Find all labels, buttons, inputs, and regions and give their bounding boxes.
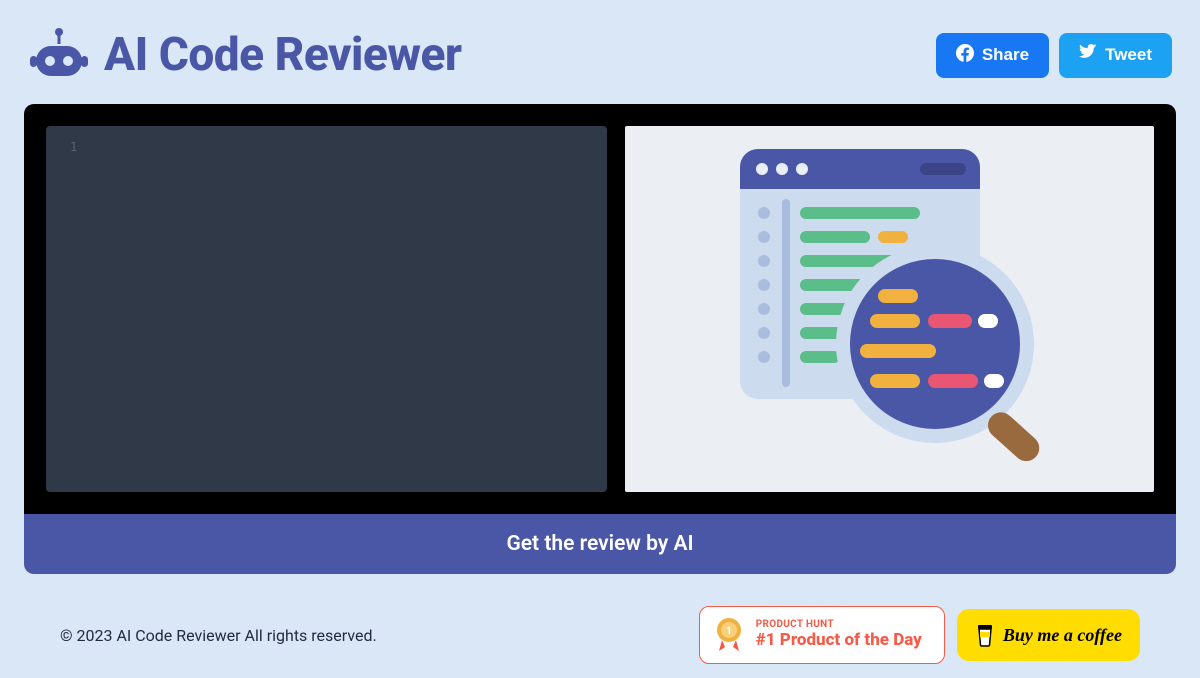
share-label: Share [982,45,1029,65]
facebook-icon [956,44,974,67]
footer: © 2023 AI Code Reviewer All rights reser… [0,574,1200,664]
get-review-button[interactable]: Get the review by AI [24,514,1176,574]
editor-preview-panel: 1 [24,104,1176,514]
svg-text:1: 1 [726,626,732,637]
product-hunt-text: PRODUCT HUNT #1 Product of the Day [756,619,922,650]
share-buttons: Share Tweet [936,33,1172,78]
medal-icon: 1 [714,617,744,653]
main: 1 [0,104,1200,574]
app-title: AI Code Reviewer [104,28,462,82]
product-hunt-big: #1 Product of the Day [756,631,922,651]
preview-pane[interactable] [625,126,1154,492]
product-hunt-badge[interactable]: 1 PRODUCT HUNT #1 Product of the Day [699,606,945,664]
tweet-label: Tweet [1105,45,1152,65]
line-number: 1 [70,140,77,154]
robot-icon [28,24,90,86]
coffee-cup-icon [975,623,995,647]
code-editor[interactable]: 1 [46,126,607,492]
logo-wrap: AI Code Reviewer [28,24,462,86]
cta-label: Get the review by AI [506,532,693,556]
header: AI Code Reviewer Share Tweet [0,0,1200,104]
share-twitter-button[interactable]: Tweet [1059,33,1172,78]
footer-right: 1 PRODUCT HUNT #1 Product of the Day Buy… [699,606,1140,664]
copyright-text: © 2023 AI Code Reviewer All rights reser… [60,626,377,645]
code-review-illustration-icon [720,149,1060,469]
bmc-label: Buy me a coffee [1003,625,1122,646]
buy-me-coffee-button[interactable]: Buy me a coffee [957,609,1140,661]
share-facebook-button[interactable]: Share [936,33,1049,78]
twitter-icon [1079,44,1097,67]
